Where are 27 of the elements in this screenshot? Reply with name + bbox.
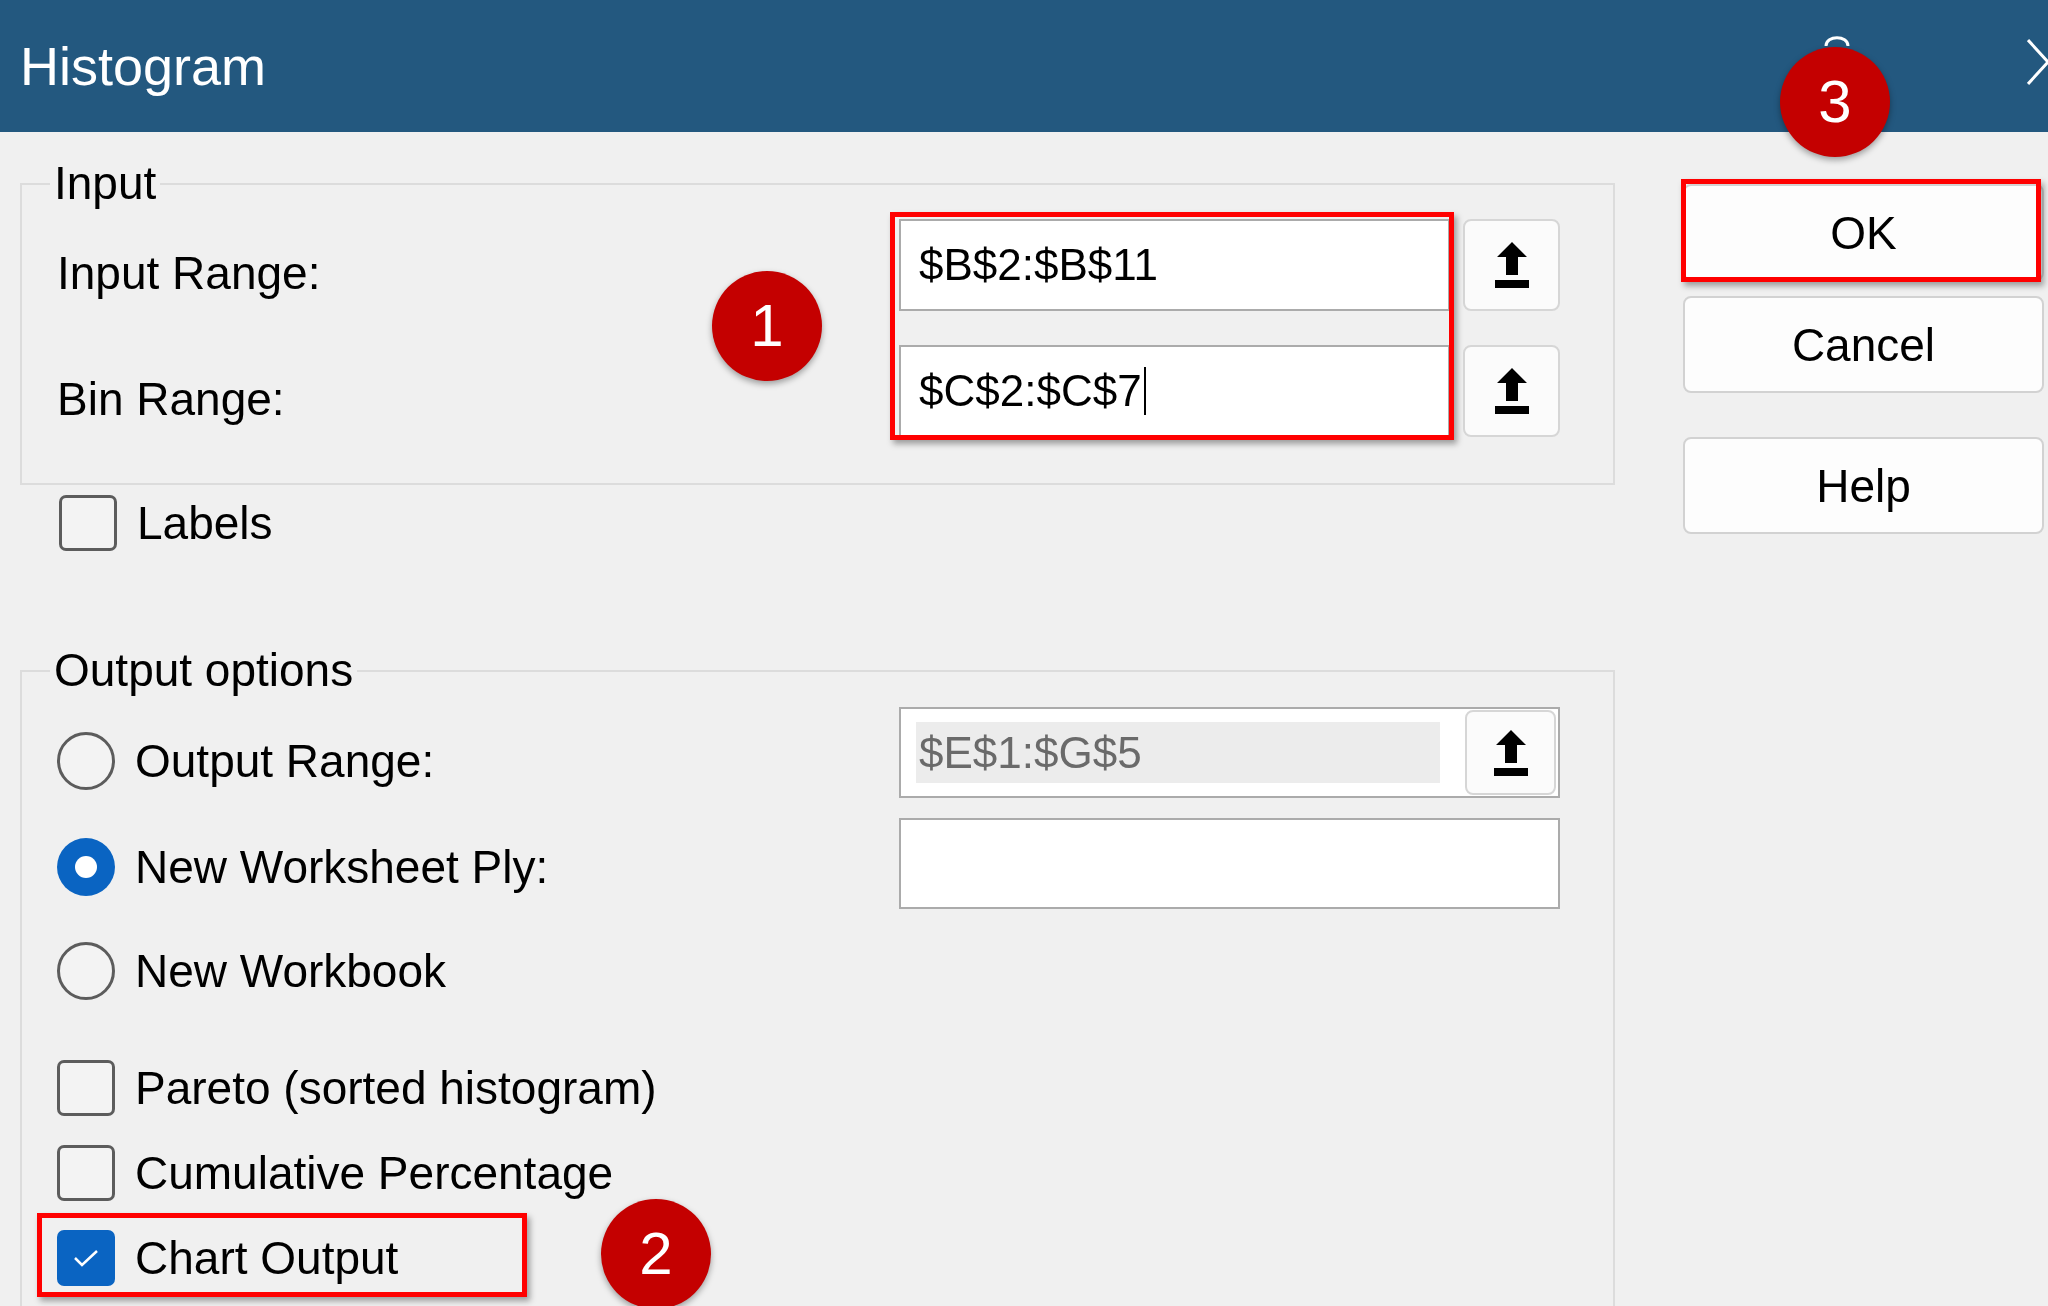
checkbox[interactable] [57, 1060, 115, 1116]
input-field[interactable]: $B$2:$B$11 [899, 219, 1450, 311]
close-icon[interactable] [2027, 39, 2048, 85]
group-label: Output options [53, 644, 355, 697]
radio-button[interactable] [57, 941, 115, 1000]
input-field[interactable]: $C$2:$C$7 [899, 345, 1450, 437]
dialog-button[interactable]: Cancel [1683, 296, 2044, 393]
step-number-badge: 2 [601, 1199, 711, 1306]
input-field[interactable] [899, 818, 1560, 909]
upload-icon [1494, 242, 1529, 288]
checkbox[interactable] [57, 1145, 115, 1201]
checkbox-label: Labels [137, 500, 273, 546]
checkbox[interactable] [59, 495, 117, 551]
upload-icon [1493, 729, 1528, 776]
radio-label: New Workbook [135, 947, 447, 994]
range-select-button[interactable] [1463, 345, 1560, 437]
help-icon[interactable] [1822, 34, 1852, 47]
checkmark-icon [73, 1249, 99, 1267]
upload-icon [1494, 368, 1529, 414]
radio-button[interactable] [57, 731, 115, 790]
group-label: Input [53, 157, 158, 210]
range-select-button[interactable] [1463, 219, 1560, 311]
step-number-badge: 1 [712, 271, 822, 381]
text-cursor-icon [1143, 367, 1146, 415]
checkbox[interactable] [57, 1230, 115, 1286]
dialog-button[interactable]: Help [1683, 437, 2044, 534]
radio-button[interactable] [57, 837, 115, 896]
